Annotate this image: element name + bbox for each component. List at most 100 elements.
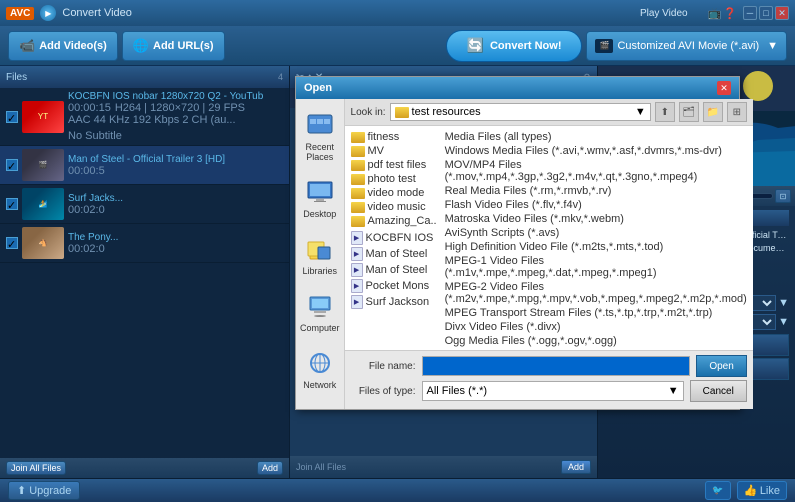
file-list-footer: Join All Files Add xyxy=(0,458,289,478)
list-item[interactable]: Matroska Video Files (*.mkv,*.webm) xyxy=(443,212,749,226)
file-checkbox[interactable]: ✓ xyxy=(6,237,18,249)
folder-icon xyxy=(351,202,365,213)
list-item[interactable]: photo test xyxy=(349,172,439,186)
list-item[interactable]: Real Media Files (*.rm,*.rmvb,*.rv) xyxy=(443,184,749,198)
upgrade-icon: ⬆ xyxy=(17,484,26,497)
file-count: 4 xyxy=(278,72,283,82)
upgrade-button[interactable]: ⬆ Upgrade xyxy=(8,481,80,500)
list-item[interactable]: ▶ KOCBFN IOS xyxy=(349,230,439,246)
file-icon: ▶ xyxy=(351,247,363,261)
sidebar-item-libraries[interactable]: Libraries xyxy=(296,227,344,284)
look-in-label: Look in: xyxy=(351,107,386,118)
list-item[interactable]: fitness xyxy=(349,130,439,144)
file-list: Files 4 ✓ YT KOCBFN IOS nobar 1280x720 Q… xyxy=(0,66,290,478)
like-icon: 👍 xyxy=(744,485,758,497)
folders-column: fitness MV pdf test files xyxy=(349,130,439,350)
list-item[interactable]: video mode xyxy=(349,186,439,200)
list-item[interactable]: Ogg Media Files (*.ogg,*.ogv,*.ogg) xyxy=(443,334,749,348)
filetype-label: Files of type: xyxy=(351,386,416,397)
file-info: Surf Jacks... 00:02:0 xyxy=(68,193,283,216)
format-selector[interactable]: 🎬 Customized AVI Movie (*.avi) ▼ xyxy=(586,31,787,61)
list-item[interactable]: High Definition Video File (*.m2ts,*.mts… xyxy=(443,240,749,254)
dialog-toolbar: Look in: test resources ▼ ⬆ 🗂 📁 ⊞ xyxy=(345,99,753,126)
add-center-button[interactable]: Add xyxy=(561,460,591,474)
add-url-button[interactable]: 🌐 Add URL(s) xyxy=(122,31,225,61)
list-item[interactable]: MPEG Transport Stream Files (*.ts,*.tp,*… xyxy=(443,306,749,320)
list-item[interactable]: ▶ Man of Steel xyxy=(349,262,439,278)
nav-back-button[interactable]: 🗂 xyxy=(679,102,699,122)
file-icon: ▶ xyxy=(351,279,363,293)
convert-now-button[interactable]: 🔄 Convert Now! xyxy=(446,30,583,62)
list-item[interactable]: ✓ 🎬 Man of Steel - Official Trailer 3 [H… xyxy=(0,146,289,185)
nav-up-button[interactable]: ⬆ xyxy=(655,102,675,122)
folder-icon xyxy=(351,160,365,171)
list-item[interactable]: video music xyxy=(349,200,439,214)
center-area: ✂ ↕ ✕ ⚙ ◉ 00:00:5 ■ H264 | 1280×720 | 29… xyxy=(290,66,597,478)
dialog-close-button[interactable]: ✕ xyxy=(717,81,731,95)
like-button[interactable]: 👍 Like xyxy=(737,481,787,500)
list-item[interactable]: ▶ Pocket Mons xyxy=(349,278,439,294)
list-item[interactable]: ✓ YT KOCBFN IOS nobar 1280x720 Q2 - YouT… xyxy=(0,88,289,146)
list-item[interactable]: ▶ Surf Jackson xyxy=(349,294,439,310)
sidebar-item-computer[interactable]: Computer xyxy=(296,284,344,341)
list-item[interactable]: ▶ Man of Steel xyxy=(349,246,439,262)
list-item[interactable]: Windows Media Files (*.avi,*.wmv,*.asf,*… xyxy=(443,144,749,158)
desktop-icon xyxy=(304,178,336,206)
nav-new-folder-button[interactable]: 📁 xyxy=(703,102,723,122)
list-item[interactable]: MOV/MP4 Files (*.mov,*.mp4,*.3gp,*.3g2,*… xyxy=(443,158,749,184)
file-checkbox[interactable]: ✓ xyxy=(6,111,18,123)
list-item[interactable]: MV xyxy=(349,144,439,158)
file-checkbox[interactable]: ✓ xyxy=(6,159,18,171)
file-icon: ▶ xyxy=(351,295,363,309)
list-item[interactable]: AviSynth Scripts (*.avs) xyxy=(443,226,749,240)
maximize-button[interactable]: □ xyxy=(759,6,773,20)
sidebar-item-network[interactable]: Network xyxy=(296,341,344,398)
sidebar-item-recent[interactable]: Recent Places xyxy=(296,103,344,170)
app-logo: AVC xyxy=(6,7,34,20)
filetype-select[interactable]: All Files (*.*) ▼ xyxy=(422,381,684,401)
center-footer: Join All Files Add xyxy=(290,456,597,478)
list-item[interactable]: Amazing_Ca.. xyxy=(349,214,439,228)
add-videos-button[interactable]: 📹 Add Video(s) xyxy=(8,31,118,61)
twitter-button[interactable]: 🐦 xyxy=(705,481,730,500)
minimize-button[interactable]: ─ xyxy=(743,6,757,20)
cancel-button[interactable]: Cancel xyxy=(690,380,747,402)
status-bar: ⬆ Upgrade 🐦 👍 Like xyxy=(0,478,795,502)
file-codec: H264 | 1280×720 | 29 FPS xyxy=(115,102,245,114)
social-buttons: 🐦 👍 Like xyxy=(705,481,787,500)
file-info: The Pony... 00:02:0 xyxy=(68,232,283,255)
filetype-row: Files of type: All Files (*.*) ▼ Cancel xyxy=(351,380,747,402)
list-item[interactable]: Media Files (all types) xyxy=(443,130,749,144)
center-footer-text: Join All Files xyxy=(296,462,557,472)
file-checkbox[interactable]: ✓ xyxy=(6,198,18,210)
list-item[interactable]: MPEG-2 Video Files (*.m2v,*.mpe,*.mpg,*.… xyxy=(443,280,749,306)
dialog-footer: File name: Open Files of type: All Files… xyxy=(345,350,753,409)
join-files-button[interactable]: Join All Files xyxy=(6,461,66,475)
list-item[interactable]: ✓ 🏄 Surf Jacks... 00:02:0 xyxy=(0,185,289,224)
list-item[interactable]: MPEG-1 Video Files (*.m1v,*.mpe,*.mpeg,*… xyxy=(443,254,749,280)
list-item[interactable]: Flash Video Files (*.flv,*.f4v) xyxy=(443,198,749,212)
filename-input[interactable] xyxy=(422,356,691,376)
folder-icon xyxy=(351,146,365,157)
file-name: Man of Steel - Official Trailer 3 [HD] xyxy=(68,154,283,165)
file-thumbnail: 🎬 xyxy=(22,149,64,181)
list-item[interactable]: pdf test files xyxy=(349,158,439,172)
file-info: KOCBFN IOS nobar 1280x720 Q2 - YouTub 00… xyxy=(68,91,283,142)
list-item[interactable]: Divx Video Files (*.divx) xyxy=(443,320,749,334)
list-item[interactable]: ✓ 🐴 The Pony... 00:02:0 xyxy=(0,224,289,263)
format-icon: 🎬 xyxy=(595,39,613,53)
filename-label: File name: xyxy=(351,361,416,372)
file-time: 00:02:0 xyxy=(68,243,105,255)
fullscreen-button[interactable]: ⊡ xyxy=(775,189,791,203)
add-button[interactable]: Add xyxy=(257,461,283,475)
file-audio-meta: AAC 44 KHz 192 Kbps 2 CH (au... No Subti… xyxy=(68,114,283,142)
sidebar-item-desktop[interactable]: Desktop xyxy=(296,170,344,227)
filename-row: File name: Open xyxy=(351,355,747,377)
look-in-select[interactable]: test resources ▼ xyxy=(390,103,651,121)
file-icon: ▶ xyxy=(351,231,363,245)
open-button[interactable]: Open xyxy=(696,355,746,377)
close-button[interactable]: ✕ xyxy=(775,6,789,20)
file-icon: ▶ xyxy=(351,263,363,277)
view-toggle-button[interactable]: ⊞ xyxy=(727,102,747,122)
app-icon: ▶ xyxy=(40,5,56,21)
